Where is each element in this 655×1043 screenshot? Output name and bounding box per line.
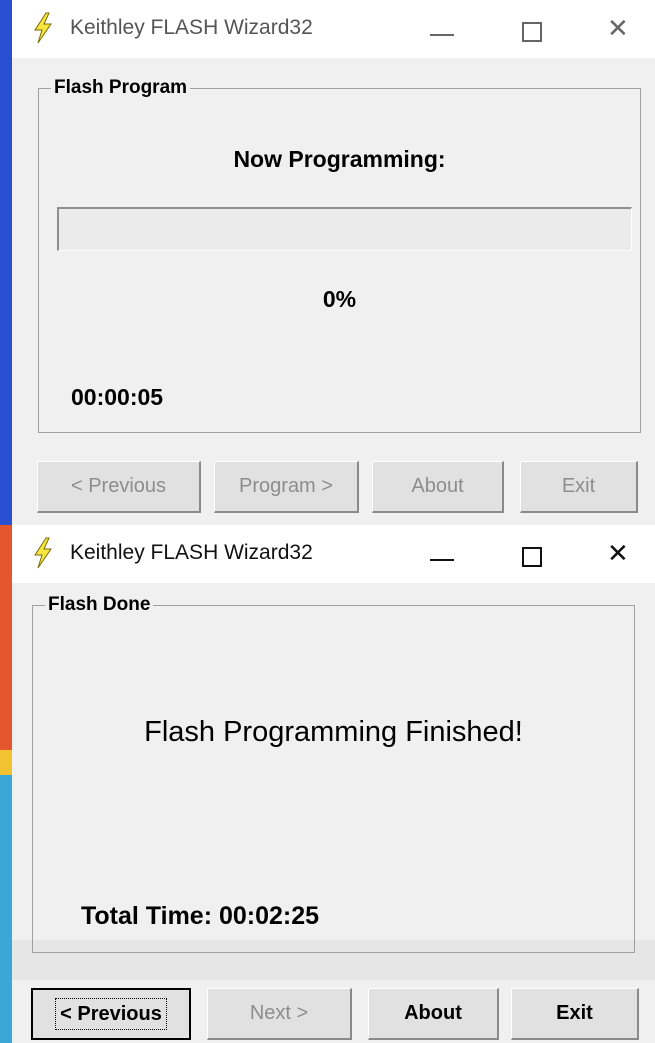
maximize-icon: [522, 547, 542, 567]
close-icon: ✕: [607, 538, 629, 568]
exit-button[interactable]: Exit: [520, 461, 638, 513]
group-label: Flash Done: [45, 594, 154, 616]
progress-percent: 0%: [322, 286, 357, 312]
previous-button[interactable]: < Previous: [37, 461, 201, 513]
progress-bar: [57, 207, 632, 251]
window-title: Keithley FLASH Wizard32: [70, 16, 313, 39]
next-button[interactable]: Next >: [207, 988, 352, 1040]
flash-wizard-window-done: Keithley FLASH Wizard32 ✕ Flash Done Fla…: [0, 525, 655, 1043]
minimize-button[interactable]: [397, 0, 487, 58]
flash-wizard-window-programming: Keithley FLASH Wizard32 ✕ Flash Program …: [0, 0, 655, 525]
status-label: Now Programming:: [233, 146, 446, 172]
maximize-button[interactable]: [487, 525, 577, 583]
close-button[interactable]: ✕: [577, 525, 655, 583]
finished-message: Flash Programming Finished!: [144, 716, 523, 748]
exit-button[interactable]: Exit: [511, 988, 639, 1040]
close-button[interactable]: ✕: [577, 0, 655, 58]
previous-button[interactable]: < Previous: [31, 988, 191, 1040]
desktop-accent-strip: [0, 525, 12, 1043]
title-bar[interactable]: Keithley FLASH Wizard32 ✕: [12, 0, 655, 58]
title-bar[interactable]: Keithley FLASH Wizard32 ✕: [12, 525, 655, 583]
lightning-bolt-icon: [34, 12, 52, 44]
flash-done-group: Flash Done Flash Programming Finished! T…: [32, 594, 635, 953]
maximize-icon: [522, 22, 542, 42]
total-time: Total Time: 00:02:25: [81, 902, 320, 930]
group-label: Flash Program: [51, 77, 191, 99]
about-button[interactable]: About: [372, 461, 504, 513]
maximize-button[interactable]: [487, 0, 577, 58]
minimize-button[interactable]: [397, 525, 487, 583]
previous-button-label: < Previous: [55, 998, 167, 1030]
flash-program-group: Flash Program Now Programming: 0% 00:00:…: [38, 77, 641, 433]
lightning-bolt-icon: [34, 537, 52, 569]
window-title: Keithley FLASH Wizard32: [70, 541, 313, 564]
elapsed-time: 00:00:05: [71, 384, 164, 410]
minimize-icon: [430, 34, 454, 36]
about-button[interactable]: About: [368, 988, 499, 1040]
minimize-icon: [430, 559, 454, 561]
close-icon: ✕: [607, 13, 629, 43]
program-button[interactable]: Program >: [214, 461, 359, 513]
desktop-accent-strip: [0, 0, 12, 525]
